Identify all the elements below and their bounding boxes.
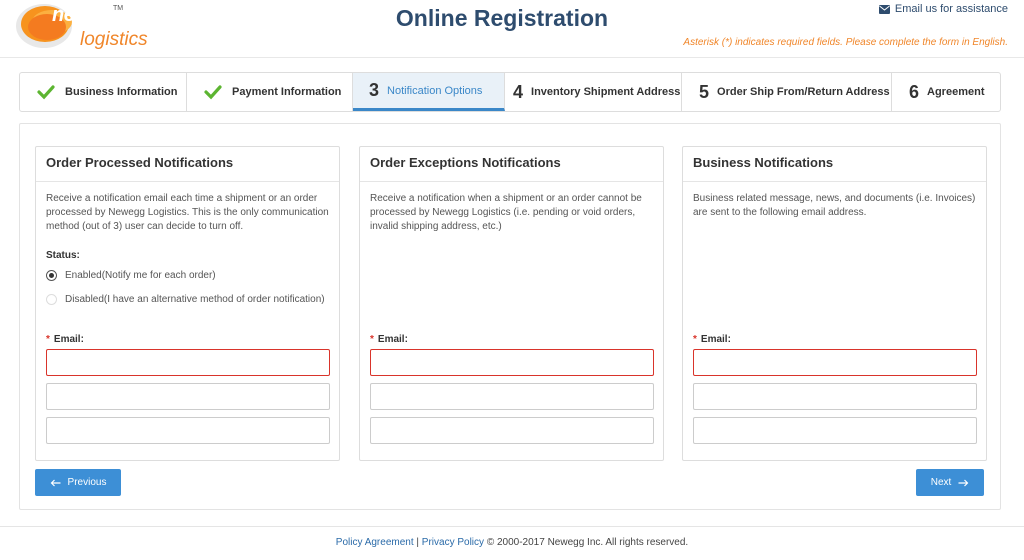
email-label-text: Email: — [700, 334, 731, 345]
status-option-enabled[interactable]: Enabled(Notify me for each order) — [46, 263, 329, 287]
step-notification-options[interactable]: 3 Notification Options — [353, 73, 505, 111]
card-title: Order Exceptions Notifications — [360, 147, 663, 182]
step-label: Agreement — [927, 86, 985, 98]
email-input-1[interactable] — [46, 349, 330, 376]
status-label: Status: — [46, 250, 80, 261]
logo-subtitle: logistics — [80, 29, 148, 50]
card-title: Business Notifications — [683, 147, 986, 182]
order-exceptions-card: Order Exceptions Notifications Receive a… — [359, 146, 664, 461]
notification-options-panel: Order Processed Notifications Receive a … — [19, 123, 1001, 510]
step-label: Payment Information — [232, 86, 342, 98]
step-label: Business Information — [65, 86, 178, 98]
email-label: * Email: — [370, 334, 654, 345]
required-asterisk: * — [370, 334, 374, 345]
step-business-information[interactable]: Business Information — [20, 73, 187, 111]
email-assistance-link[interactable]: Email us for assistance — [878, 3, 1008, 15]
order-processed-card: Order Processed Notifications Receive a … — [35, 146, 340, 461]
radio-enabled-label: Enabled(Notify me for each order) — [65, 269, 216, 281]
step-number: 3 — [369, 80, 380, 100]
business-notifications-card: Business Notifications Business related … — [682, 146, 987, 461]
policy-agreement-link[interactable]: Policy Agreement — [336, 537, 414, 548]
next-button-label: Next — [930, 477, 952, 488]
step-label: Inventory Shipment Address — [531, 86, 681, 98]
next-button[interactable]: Next — [916, 469, 984, 496]
step-number: 4 — [513, 81, 524, 102]
card-description: Receive a notification email each time a… — [46, 193, 329, 232]
previous-button-label: Previous — [67, 477, 107, 488]
email-input-1[interactable] — [370, 349, 654, 376]
step-order-ship-from-return-address[interactable]: 5 Order Ship From/Return Address — [682, 73, 892, 111]
footer-divider — [0, 526, 1024, 527]
arrow-right-icon — [958, 479, 969, 486]
previous-button[interactable]: Previous — [35, 469, 121, 496]
email-input-3[interactable] — [693, 417, 977, 444]
email-input-1[interactable] — [693, 349, 977, 376]
required-asterisk: * — [46, 334, 50, 345]
step-agreement[interactable]: 6 Agreement — [892, 73, 1000, 111]
status-group: Status: Enabled(Notify me for each order… — [36, 250, 339, 311]
status-option-disabled[interactable]: Disabled(I have an alternative method of… — [46, 287, 329, 311]
envelope-icon — [878, 4, 890, 14]
arrow-left-icon — [50, 479, 61, 486]
step-payment-information[interactable]: Payment Information — [187, 73, 353, 111]
email-label: * Email: — [693, 334, 977, 345]
copyright-text: © 2000-2017 Newegg Inc. All rights reser… — [486, 537, 689, 548]
email-assistance-label: Email us for assistance — [894, 3, 1008, 15]
email-input-2[interactable] — [46, 383, 330, 410]
email-label-text: Email: — [377, 334, 408, 345]
footer: Policy Agreement | Privacy Policy © 2000… — [0, 537, 1024, 548]
registration-steps: Business Information Payment Information… — [19, 72, 1001, 112]
card-description: Business related message, news, and docu… — [693, 193, 976, 218]
email-group: * Email: — [46, 334, 330, 451]
step-label: Order Ship From/Return Address — [717, 86, 890, 98]
required-asterisk: * — [693, 334, 697, 345]
email-group: * Email: — [370, 334, 654, 451]
page-title: Online Registration — [395, 5, 609, 31]
radio-disabled[interactable] — [46, 293, 57, 305]
email-input-3[interactable] — [370, 417, 654, 444]
checkmark-icon — [37, 85, 55, 100]
radio-enabled[interactable] — [46, 269, 57, 281]
email-label: * Email: — [46, 334, 330, 345]
checkmark-icon — [204, 85, 222, 100]
required-fields-note: Asterisk (*) indicates required fields. … — [683, 37, 1008, 48]
step-number: 6 — [909, 81, 920, 102]
email-input-3[interactable] — [46, 417, 330, 444]
step-label: Notification Options — [387, 84, 483, 97]
email-label-text: Email: — [53, 334, 84, 345]
card-title: Order Processed Notifications — [36, 147, 339, 182]
email-input-2[interactable] — [370, 383, 654, 410]
card-description: Receive a notification when a shipment o… — [370, 193, 642, 232]
step-inventory-shipment-address[interactable]: 4 Inventory Shipment Address — [505, 73, 682, 111]
email-input-2[interactable] — [693, 383, 977, 410]
header: newegg TM logistics Online Registration … — [0, 0, 1024, 58]
step-number: 5 — [699, 81, 710, 102]
footer-separator: | — [416, 537, 420, 548]
email-group: * Email: — [693, 334, 977, 451]
radio-disabled-label: Disabled(I have an alternative method of… — [65, 293, 325, 305]
privacy-policy-link[interactable]: Privacy Policy — [422, 537, 484, 548]
